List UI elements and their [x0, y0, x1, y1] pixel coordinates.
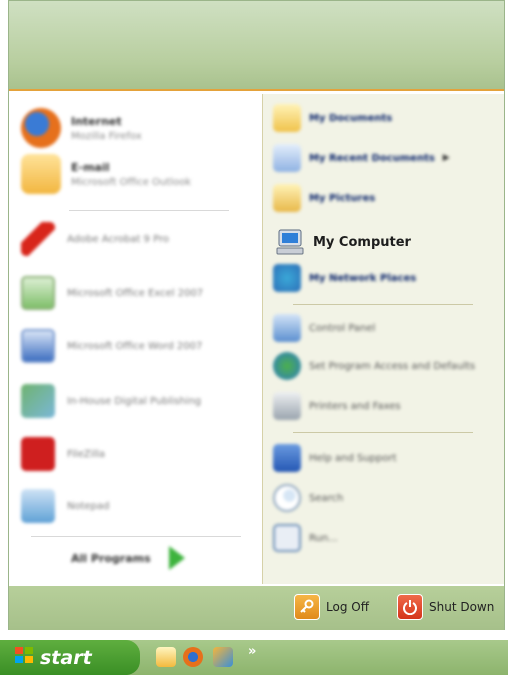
recent-word-label: Microsoft Office Word 2007 — [67, 340, 203, 352]
start-menu: Internet Mozilla Firefox E-mail Microsof… — [8, 0, 505, 630]
recent-acrobat-label: Adobe Acrobat 9 Pro — [67, 233, 169, 245]
my-computer-label: My Computer — [313, 234, 411, 250]
my-network-places-item[interactable]: My Network Places — [273, 264, 501, 292]
my-documents-item[interactable]: My Documents — [273, 104, 501, 132]
recent-word[interactable]: Microsoft Office Word 2007 — [21, 329, 202, 363]
pinned-email-sub: Microsoft Office Outlook — [71, 176, 191, 188]
my-network-places-label: My Network Places — [309, 272, 417, 284]
run-icon — [273, 524, 301, 552]
support-separator — [293, 432, 473, 433]
pinned-internet-sub: Mozilla Firefox — [71, 130, 142, 142]
pinned-internet[interactable]: Internet Mozilla Firefox — [21, 108, 253, 148]
programs-pane: Internet Mozilla Firefox E-mail Microsof… — [11, 94, 261, 584]
all-programs-label: All Programs — [71, 551, 151, 565]
windows-logo-icon — [14, 646, 34, 669]
pinned-separator — [69, 210, 229, 211]
quicklaunch-clock-icon[interactable] — [156, 647, 176, 667]
my-pictures-item[interactable]: My Pictures — [273, 184, 501, 212]
recent-documents-icon — [273, 144, 301, 172]
my-recent-documents-label: My Recent Documents — [309, 152, 435, 164]
pictures-folder-icon — [273, 184, 301, 212]
word-icon — [21, 329, 55, 363]
all-programs-button[interactable]: All Programs — [71, 546, 185, 570]
email-icon — [21, 154, 61, 194]
network-icon — [273, 264, 301, 292]
documents-folder-icon — [273, 104, 301, 132]
start-button[interactable]: start — [0, 640, 140, 675]
control-panel-item[interactable]: Control Panel — [273, 314, 501, 342]
run-item[interactable]: Run... — [273, 524, 501, 552]
publishing-icon — [21, 384, 55, 418]
program-access-label: Set Program Access and Defaults — [309, 360, 476, 372]
computer-icon — [276, 229, 304, 255]
green-arrow-icon — [168, 546, 185, 570]
recent-digital-publishing[interactable]: In-House Digital Publishing — [21, 384, 201, 418]
recent-notepad[interactable]: Notepad — [21, 489, 110, 523]
quicklaunch-overflow-icon[interactable]: » — [248, 644, 256, 659]
recent-filezilla-label: FileZilla — [67, 448, 106, 460]
acrobat-icon — [21, 222, 55, 256]
quicklaunch-media-icon[interactable] — [213, 647, 233, 667]
my-pictures-label: My Pictures — [309, 192, 376, 204]
printers-label: Printers and Faxes — [309, 400, 401, 412]
help-support-label: Help and Support — [309, 452, 397, 464]
places-pane: My Documents My Recent Documents ▶ My Pi… — [262, 94, 504, 584]
submenu-arrow-icon: ▶ — [442, 153, 450, 163]
all-programs-separator — [31, 536, 241, 537]
help-support-item[interactable]: Help and Support — [273, 444, 501, 472]
recent-excel-label: Microsoft Office Excel 2007 — [67, 287, 204, 299]
program-access-item[interactable]: Set Program Access and Defaults — [273, 352, 501, 380]
filezilla-icon — [21, 437, 55, 471]
control-panel-icon — [273, 314, 301, 342]
excel-icon — [21, 276, 55, 310]
recent-notepad-label: Notepad — [67, 500, 110, 512]
menu-footer: Log Off Shut Down — [9, 586, 504, 630]
log-off-button[interactable]: Log Off — [294, 594, 369, 620]
my-computer-item[interactable]: My Computer — [275, 228, 411, 256]
firefox-icon — [21, 108, 61, 148]
printer-icon — [273, 392, 301, 420]
recent-acrobat[interactable]: Adobe Acrobat 9 Pro — [21, 222, 169, 256]
pinned-email[interactable]: E-mail Microsoft Office Outlook — [21, 154, 253, 194]
log-off-label: Log Off — [326, 600, 369, 614]
power-icon — [397, 594, 423, 620]
search-icon — [273, 484, 301, 512]
run-label: Run... — [309, 532, 338, 544]
search-label: Search — [309, 492, 344, 504]
shut-down-label: Shut Down — [429, 600, 495, 614]
printers-item[interactable]: Printers and Faxes — [273, 392, 501, 420]
recent-excel[interactable]: Microsoft Office Excel 2007 — [21, 276, 203, 310]
help-icon — [273, 444, 301, 472]
control-panel-label: Control Panel — [309, 322, 376, 334]
places-separator — [293, 304, 473, 305]
key-icon — [294, 594, 320, 620]
taskbar: start » — [0, 640, 508, 675]
recent-filezilla[interactable]: FileZilla — [21, 437, 105, 471]
search-item[interactable]: Search — [273, 484, 501, 512]
start-label: start — [40, 646, 92, 669]
program-access-icon — [273, 352, 301, 380]
pinned-internet-label: Internet — [71, 114, 122, 128]
quicklaunch-firefox-icon[interactable] — [183, 647, 203, 667]
shut-down-button[interactable]: Shut Down — [397, 594, 494, 620]
notepad-icon — [21, 489, 55, 523]
recent-digital-publishing-label: In-House Digital Publishing — [67, 395, 202, 407]
pinned-email-label: E-mail — [71, 160, 110, 174]
my-documents-label: My Documents — [309, 112, 393, 124]
menu-header — [9, 1, 504, 91]
my-recent-documents-item[interactable]: My Recent Documents ▶ — [273, 144, 501, 172]
